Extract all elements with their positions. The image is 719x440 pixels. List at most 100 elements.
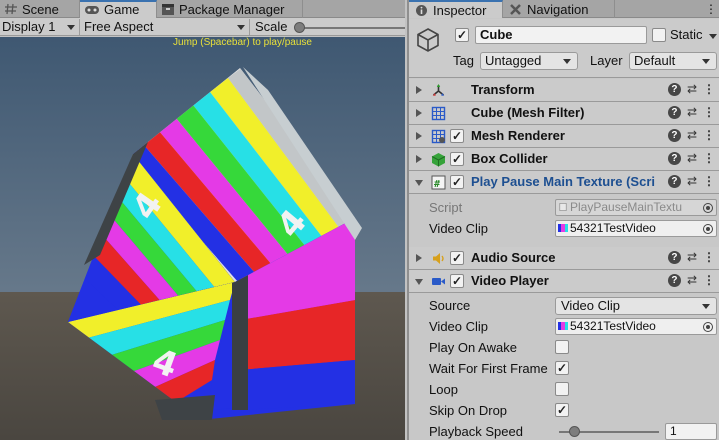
component-title: Mesh Renderer (471, 128, 565, 143)
presets-icon[interactable]: ⇄ (687, 251, 697, 264)
kebab-menu-icon[interactable]: ⋮ (703, 274, 715, 287)
game-panel: Scene Game Package Manager Display 1 Fre… (0, 0, 405, 440)
chevron-down-icon[interactable] (709, 34, 717, 39)
presets-icon[interactable]: ⇄ (687, 129, 697, 142)
foldout-arrow-icon[interactable] (416, 109, 422, 117)
gamepad-icon (85, 6, 99, 14)
scale-label: Scale (255, 19, 288, 34)
presets-icon[interactable]: ⇄ (687, 152, 697, 165)
aspect-dropdown[interactable]: Free Aspect (82, 19, 250, 35)
foldout-arrow-icon[interactable] (416, 155, 422, 163)
help-icon[interactable]: ? (667, 251, 681, 264)
presets-icon[interactable]: ⇄ (687, 175, 697, 188)
help-icon[interactable]: ? (667, 175, 681, 188)
tab-game[interactable]: Game (80, 0, 157, 18)
kebab-menu-icon[interactable]: ⋮ (703, 129, 715, 142)
kebab-menu-icon[interactable]: ⋮ (703, 251, 715, 264)
foldout-arrow-icon[interactable] (416, 86, 422, 94)
component-title: Cube (Mesh Filter) (471, 105, 585, 120)
loop-checkbox[interactable] (555, 382, 569, 396)
kebab-menu-icon[interactable]: ⋮ (703, 83, 715, 96)
enable-checkbox[interactable]: ✓ (450, 175, 464, 189)
help-icon[interactable]: ? (667, 106, 681, 119)
wait-first-frame-checkbox[interactable]: ✓ (555, 361, 569, 375)
active-checkbox[interactable]: ✓ (455, 28, 469, 42)
source-value: Video Clip (561, 298, 621, 313)
tab-package-manager[interactable]: Package Manager (157, 0, 303, 18)
layer-dropdown[interactable]: Default (629, 52, 717, 70)
tag-dropdown[interactable]: Untagged (480, 52, 578, 70)
component-video-player[interactable]: ✓ Video Player ? ⇄ ⋮ (409, 270, 719, 293)
kebab-menu-icon[interactable]: ⋮ (703, 106, 715, 119)
foldout-arrow-icon[interactable] (415, 279, 423, 285)
scene-render: 4 4 4 (0, 37, 405, 440)
foldout-arrow-icon[interactable] (416, 254, 422, 262)
svg-text:#: # (434, 179, 440, 190)
presets-icon[interactable]: ⇄ (687, 83, 697, 96)
video-clip-label: Video Clip (429, 221, 489, 236)
inspector-tab-bar: Inspector Navigation ⋮ (409, 0, 719, 18)
hash-grid-icon (5, 3, 17, 15)
play-on-awake-label: Play On Awake (429, 340, 517, 355)
vp-video-clip-field[interactable]: 54321TestVideo (555, 318, 717, 335)
component-mesh-renderer[interactable]: ✓ Mesh Renderer ? ⇄ ⋮ (409, 125, 719, 148)
transform-icon (432, 84, 445, 96)
object-picker-icon[interactable] (703, 224, 713, 234)
component-title: Video Player (471, 273, 549, 288)
enable-checkbox[interactable]: ✓ (450, 251, 464, 265)
cube-icon (417, 28, 439, 52)
skip-on-drop-checkbox[interactable]: ✓ (555, 403, 569, 417)
tab-inspector-label: Inspector (433, 2, 487, 18)
kebab-menu-icon[interactable]: ⋮ (703, 175, 715, 188)
object-name-field[interactable]: Cube (475, 26, 647, 44)
play-on-awake-checkbox[interactable] (555, 340, 569, 354)
component-title: Box Collider (471, 151, 548, 166)
scale-slider-track[interactable] (296, 27, 405, 29)
component-box-collider[interactable]: ✓ Box Collider ? ⇄ ⋮ (409, 148, 719, 171)
source-dropdown[interactable]: Video Clip (555, 297, 717, 315)
tab-scene[interactable]: Scene (0, 0, 80, 18)
tab-package-manager-label: Package Manager (179, 1, 285, 17)
play-on-awake-row: Play On Awake (409, 337, 719, 358)
help-icon[interactable]: ? (667, 152, 681, 165)
playback-speed-field[interactable]: 1 (665, 423, 717, 440)
object-picker-icon (703, 203, 713, 213)
info-icon (416, 4, 427, 16)
box-collider-icon (431, 153, 446, 167)
navigation-icon (510, 3, 521, 15)
component-transform[interactable]: Transform ? ⇄ ⋮ (409, 79, 719, 102)
mesh-renderer-icon (431, 129, 446, 144)
kebab-menu-icon[interactable]: ⋮ (703, 152, 715, 165)
skip-on-drop-label: Skip On Drop (429, 403, 508, 418)
help-icon[interactable]: ? (667, 274, 681, 287)
static-checkbox[interactable] (652, 28, 666, 42)
tab-navigation[interactable]: Navigation (503, 0, 615, 18)
video-clip-value: 54321TestVideo (570, 319, 656, 333)
play-pause-body: Script PlayPauseMainTextu Video Clip 543… (409, 195, 719, 246)
foldout-arrow-icon[interactable] (415, 180, 423, 186)
tab-scene-label: Scene (22, 1, 59, 17)
playback-speed-slider-thumb[interactable] (569, 426, 580, 437)
presets-icon[interactable]: ⇄ (687, 274, 697, 287)
chevron-down-icon (67, 25, 75, 30)
foldout-arrow-icon[interactable] (416, 132, 422, 140)
presets-icon[interactable]: ⇄ (687, 106, 697, 119)
help-icon[interactable]: ? (667, 83, 681, 96)
video-clip-field[interactable]: 54321TestVideo (555, 220, 717, 237)
tag-value: Untagged (485, 53, 542, 68)
component-play-pause-script[interactable]: # ✓ Play Pause Main Texture (Scri ? ⇄ ⋮ (409, 171, 719, 194)
game-viewport[interactable]: 4 4 4 Jump (Spacebar) to play/pause (0, 37, 405, 440)
scale-slider-thumb[interactable] (294, 22, 305, 33)
enable-checkbox[interactable]: ✓ (450, 274, 464, 288)
kebab-menu-icon[interactable]: ⋮ (705, 2, 717, 16)
component-audio-source[interactable]: ✓ Audio Source ? ⇄ ⋮ (409, 247, 719, 270)
object-picker-icon[interactable] (703, 322, 713, 332)
enable-checkbox[interactable]: ✓ (450, 152, 464, 166)
source-row: Source Video Clip (409, 295, 719, 316)
play-pause-hint: Jump (Spacebar) to play/pause (173, 37, 312, 48)
help-icon[interactable]: ? (667, 129, 681, 142)
tab-inspector[interactable]: Inspector (409, 0, 503, 18)
enable-checkbox[interactable]: ✓ (450, 129, 464, 143)
component-mesh-filter[interactable]: Cube (Mesh Filter) ? ⇄ ⋮ (409, 102, 719, 125)
display-dropdown[interactable]: Display 1 (0, 19, 80, 35)
